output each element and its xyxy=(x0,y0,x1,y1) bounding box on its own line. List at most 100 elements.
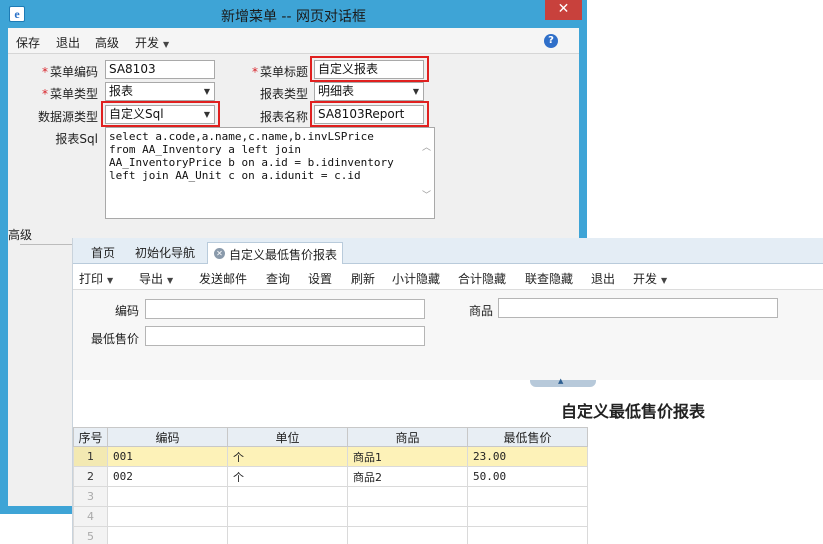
min-price-filter-input[interactable] xyxy=(145,326,425,346)
table-row[interactable]: 2 002 个 商品2 50.00 xyxy=(73,466,588,487)
menu-code-label: * 菜单编码 xyxy=(28,63,98,80)
report-sql-label: 报表Sql xyxy=(55,132,98,146)
menu-type-value: 报表 xyxy=(109,84,134,98)
menu-code-input[interactable]: SA8103 xyxy=(105,60,215,79)
export-menu[interactable]: 导出 ▼ xyxy=(139,270,173,287)
dialog-title: 新增菜单 -- 网页对话框 xyxy=(220,9,366,25)
cell-product[interactable]: 商品1 xyxy=(347,446,468,467)
cell-empty[interactable] xyxy=(347,486,468,507)
table-row[interactable]: 3 xyxy=(73,486,588,507)
export-label: 导出 xyxy=(139,272,164,286)
help-icon[interactable]: ? xyxy=(544,34,558,48)
cell-empty[interactable] xyxy=(347,506,468,527)
sql-line: select a.code,a.name,c.name,b.invLSPrice xyxy=(109,130,374,143)
cell-price[interactable]: 23.00 xyxy=(467,446,588,467)
required-mark: * xyxy=(41,87,48,101)
sql-line: AA_InventoryPrice b on a.id = b.idinvent… xyxy=(109,156,394,169)
column-header-seq[interactable]: 序号 xyxy=(73,427,108,447)
cell-empty[interactable] xyxy=(227,506,348,527)
save-button[interactable]: 保存 xyxy=(16,34,40,51)
product-filter-label: 商品 xyxy=(468,304,493,318)
report-title: 自定义最低售价报表 xyxy=(560,402,705,421)
tab-label: 自定义最低售价报表 xyxy=(229,248,338,262)
cell-code[interactable]: 001 xyxy=(107,446,228,467)
tab-close-icon[interactable]: ✕ xyxy=(214,248,225,259)
row-seq: 4 xyxy=(73,506,108,527)
develop-label: 开发 xyxy=(633,272,658,286)
chevron-down-icon: ▼ xyxy=(107,276,114,285)
highlight-box xyxy=(310,56,429,82)
cell-empty[interactable] xyxy=(467,506,588,527)
cell-empty[interactable] xyxy=(107,506,228,527)
exit-button[interactable]: 退出 xyxy=(56,34,80,51)
query-button[interactable]: 查询 xyxy=(266,270,290,287)
cell-empty[interactable] xyxy=(107,486,228,507)
divider xyxy=(20,244,80,245)
column-header-code[interactable]: 编码 xyxy=(107,427,228,447)
tab-bar: 首页 初始化导航 ✕ 自定义最低售价报表 xyxy=(73,238,823,264)
table-row[interactable]: 4 xyxy=(73,506,588,527)
column-header-unit[interactable]: 单位 xyxy=(227,427,348,447)
settings-button[interactable]: 设置 xyxy=(308,270,332,287)
tab-init-nav[interactable]: 初始化导航 xyxy=(135,244,195,261)
cell-product[interactable]: 商品2 xyxy=(347,466,468,487)
collapse-filter-handle[interactable]: ▲ xyxy=(530,377,596,387)
dialog-titlebar[interactable]: e 新增菜单 -- 网页对话框 ✕ xyxy=(0,0,587,28)
menu-title-label: * 菜单标题 xyxy=(238,63,308,80)
code-filter-input[interactable] xyxy=(145,299,425,319)
code-filter-label: 编码 xyxy=(114,304,139,318)
chevron-down-icon: ▼ xyxy=(163,40,170,49)
exit-button[interactable]: 退出 xyxy=(591,270,615,287)
cell-empty[interactable] xyxy=(227,526,348,544)
close-button[interactable]: ✕ xyxy=(545,0,582,20)
dialog-toolbar: 保存 退出 高级 开发 ▼ ? xyxy=(8,28,579,54)
cell-empty[interactable] xyxy=(227,486,348,507)
develop-menu-label: 开发 xyxy=(135,36,160,50)
column-header-min-price[interactable]: 最低售价 xyxy=(467,427,588,447)
product-filter-input[interactable] xyxy=(498,298,778,318)
subtotal-hide-button[interactable]: 小计隐藏 xyxy=(392,270,440,287)
row-seq: 2 xyxy=(73,466,108,487)
total-hide-button[interactable]: 合计隐藏 xyxy=(458,270,506,287)
menu-type-label: * 菜单类型 xyxy=(28,85,98,102)
menu-type-select[interactable]: 报表 ▼ xyxy=(105,82,215,101)
column-header-product[interactable]: 商品 xyxy=(347,427,468,447)
cell-code[interactable]: 002 xyxy=(107,466,228,487)
highlight-box xyxy=(101,101,220,127)
report-type-select[interactable]: 明细表 ▼ xyxy=(314,82,424,101)
min-price-filter-label: 最低售价 xyxy=(90,332,139,346)
menu-type-label-text: 菜单类型 xyxy=(49,87,98,101)
sql-line: left join AA_Unit c on a.idunit = c.id xyxy=(109,169,361,182)
tab-custom-min-price-report[interactable]: ✕ 自定义最低售价报表 xyxy=(207,242,343,264)
tab-home[interactable]: 首页 xyxy=(91,244,115,261)
cell-empty[interactable] xyxy=(107,526,228,544)
print-menu[interactable]: 打印 ▼ xyxy=(79,270,113,287)
link-hide-button[interactable]: 联查隐藏 xyxy=(525,270,573,287)
report-type-label: 报表类型 xyxy=(259,87,308,101)
scroll-down-icon[interactable]: ﹀ xyxy=(422,190,431,203)
print-label: 打印 xyxy=(79,272,104,286)
filter-panel: 编码 商品 最低售价 xyxy=(73,290,823,380)
cell-unit[interactable]: 个 xyxy=(227,446,348,467)
sql-scrollbar[interactable]: ︿ ﹀ xyxy=(420,128,434,218)
table-row[interactable]: 1 001 个 商品1 23.00 xyxy=(73,446,588,467)
develop-menu[interactable]: 开发 ▼ xyxy=(135,34,169,51)
develop-menu[interactable]: 开发 ▼ xyxy=(633,270,667,287)
row-seq: 1 xyxy=(73,446,108,467)
refresh-button[interactable]: 刷新 xyxy=(351,270,375,287)
table-row[interactable]: 5 xyxy=(73,526,588,544)
cell-empty[interactable] xyxy=(467,526,588,544)
scroll-up-icon[interactable]: ︿ xyxy=(422,142,431,155)
cell-price[interactable]: 50.00 xyxy=(467,466,588,487)
row-seq: 3 xyxy=(73,486,108,507)
required-mark: * xyxy=(251,65,258,79)
report-toolbar: 打印 ▼ 导出 ▼ 发送邮件 查询 设置 刷新 小计隐藏 合计隐藏 联查隐藏 退出 … xyxy=(73,264,823,290)
advanced-button[interactable]: 高级 xyxy=(95,34,119,51)
dropdown-arrow-icon: ▼ xyxy=(412,87,419,96)
cell-empty[interactable] xyxy=(467,486,588,507)
send-mail-button[interactable]: 发送邮件 xyxy=(199,270,247,287)
report-sql-textarea[interactable]: select a.code,a.name,c.name,b.invLSPrice… xyxy=(105,127,435,219)
cell-empty[interactable] xyxy=(347,526,468,544)
menu-title-label-text: 菜单标题 xyxy=(259,65,308,79)
cell-unit[interactable]: 个 xyxy=(227,466,348,487)
